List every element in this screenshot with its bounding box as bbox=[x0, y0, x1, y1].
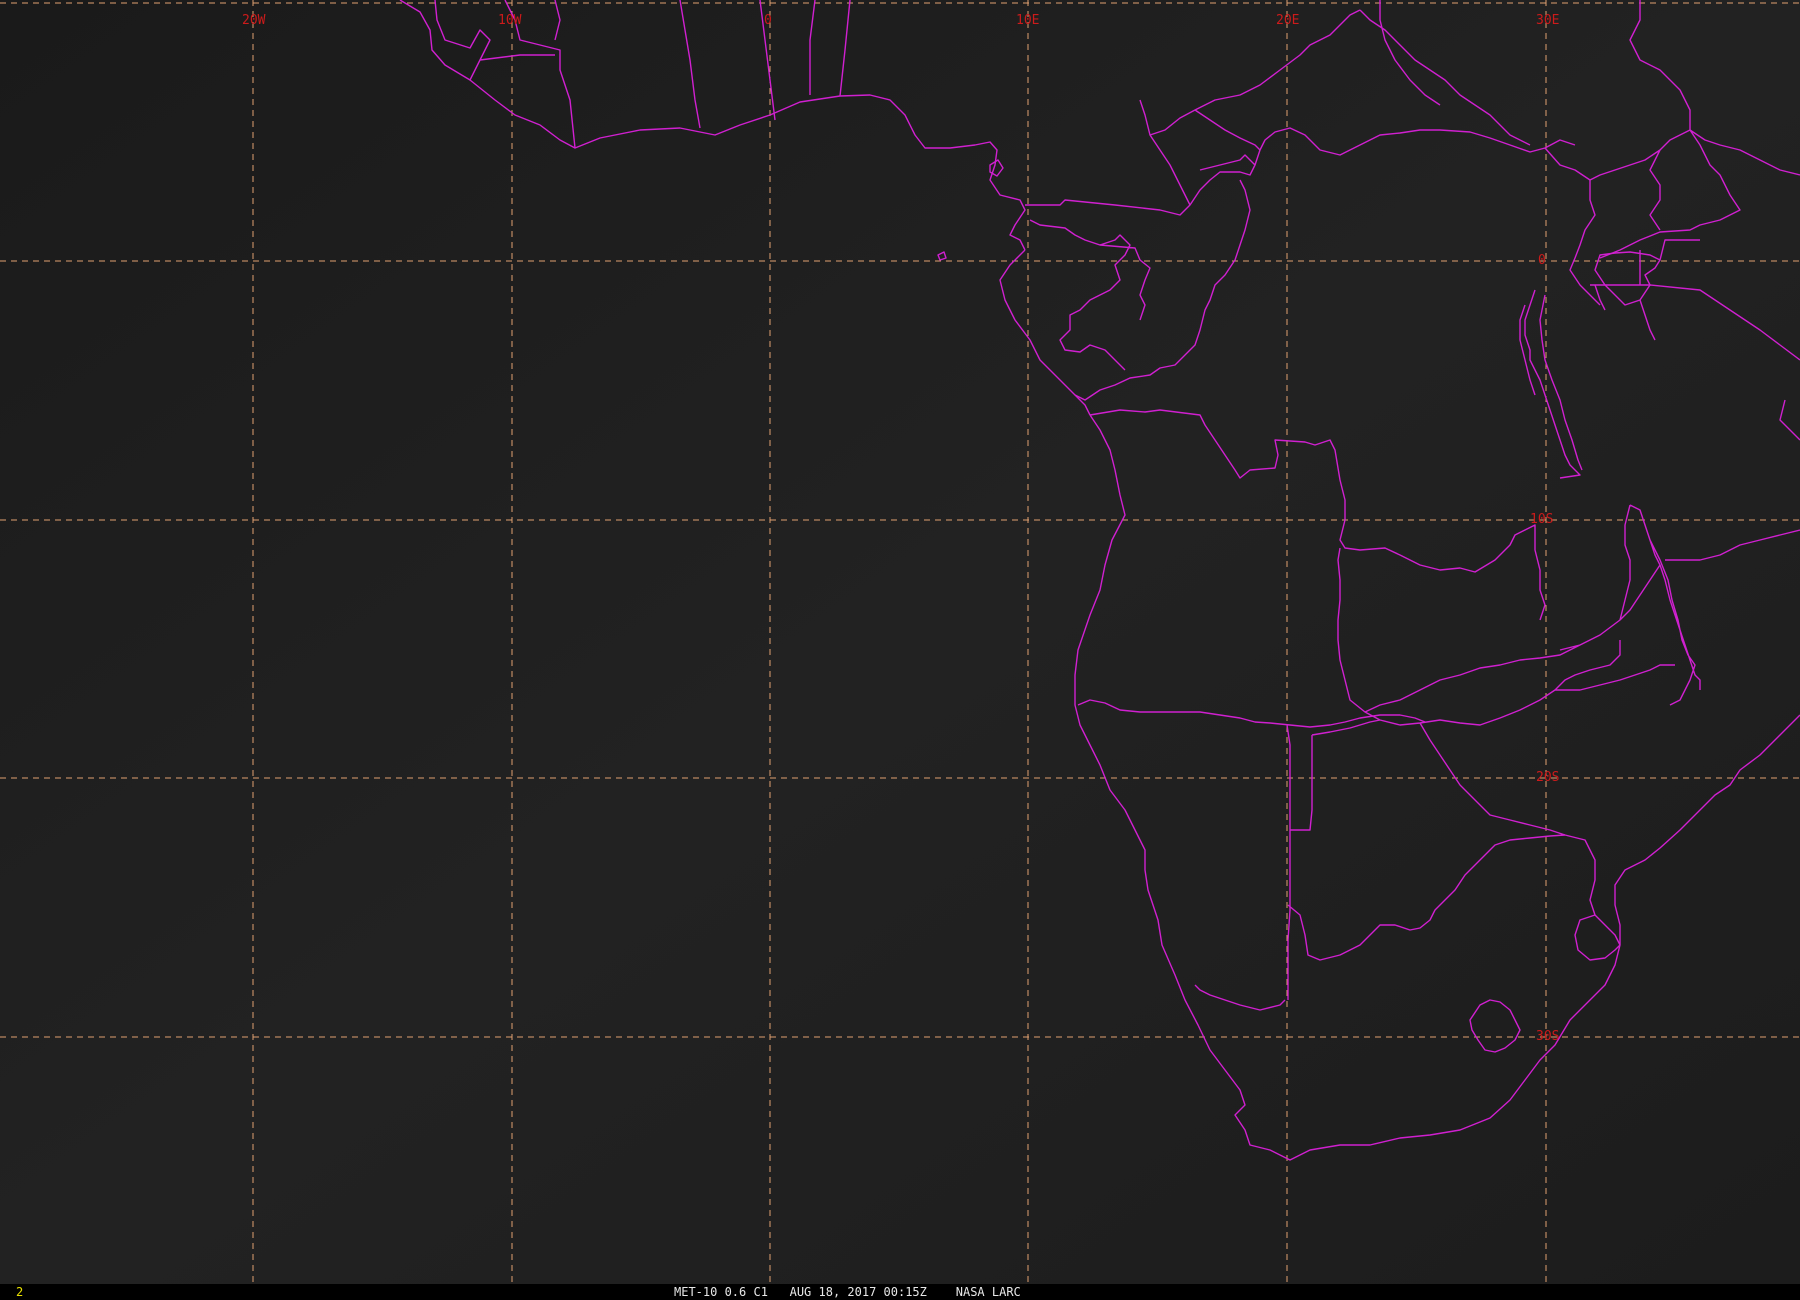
frame-number: 2 bbox=[16, 1285, 24, 1299]
map-canvas: 20W 10W 0 10E 20E 30E 0 10S 20S 30S bbox=[0, 0, 1800, 1284]
lon-label-20e: 20E bbox=[1276, 13, 1299, 28]
lon-label-20w: 20W bbox=[242, 13, 266, 28]
lat-label-20s: 20S bbox=[1536, 770, 1559, 785]
lon-label-10w: 10W bbox=[498, 13, 522, 28]
lon-label-30e: 30E bbox=[1536, 13, 1559, 28]
image-caption: MET-10 0.6 C1 AUG 18, 2017 00:15Z NASA L… bbox=[674, 1285, 1021, 1299]
lat-label-30s: 30S bbox=[1536, 1029, 1559, 1044]
map-background bbox=[0, 0, 1800, 1284]
lat-label-10s: 10S bbox=[1530, 512, 1553, 527]
satellite-map: 20W 10W 0 10E 20E 30E 0 10S 20S 30S 2 ME… bbox=[0, 0, 1800, 1300]
lon-label-0: 0 bbox=[764, 13, 772, 28]
status-bar: 2 MET-10 0.6 C1 AUG 18, 2017 00:15Z NASA… bbox=[0, 1284, 1800, 1300]
lat-label-0: 0 bbox=[1538, 253, 1546, 268]
lon-label-10e: 10E bbox=[1016, 13, 1039, 28]
